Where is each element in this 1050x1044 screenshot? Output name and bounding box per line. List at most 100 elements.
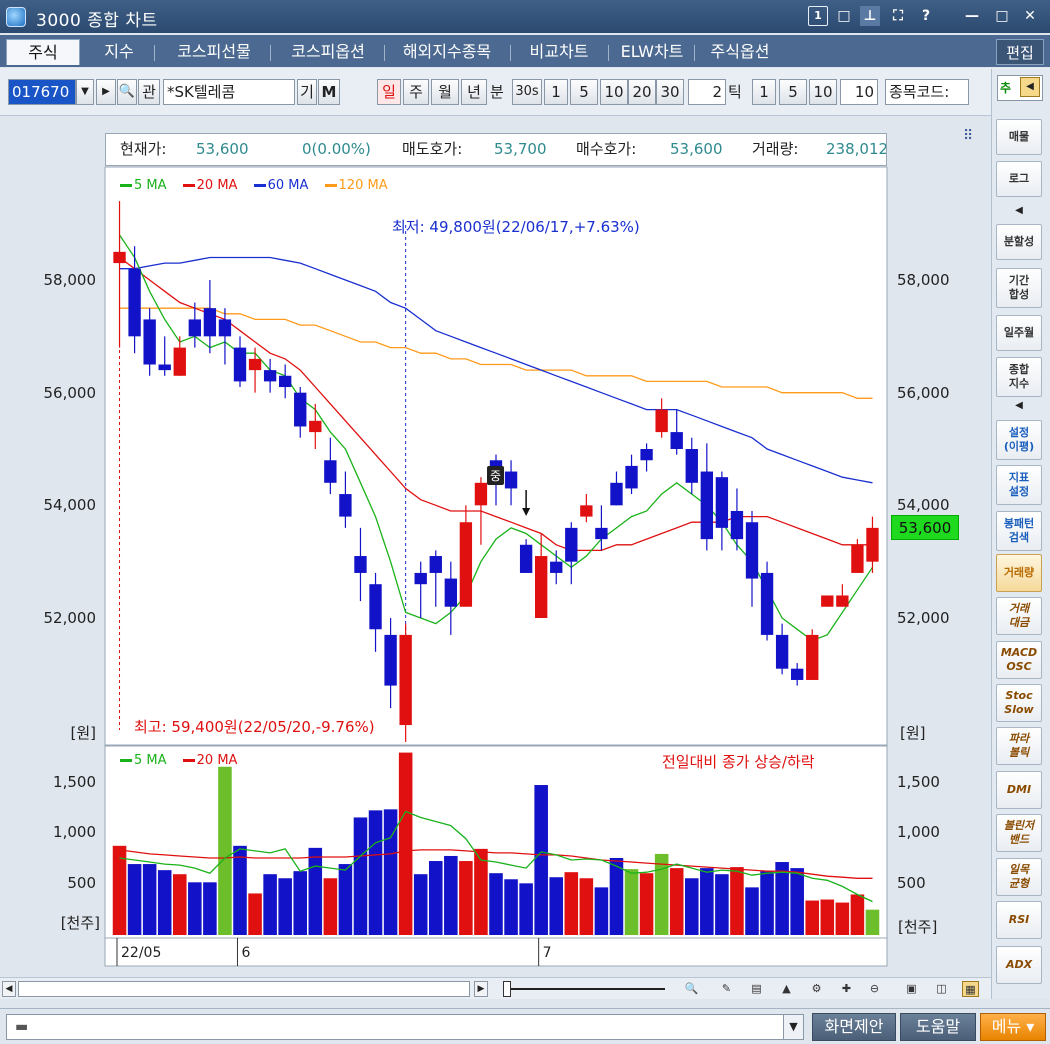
sidebar-button[interactable]: 설정 (이평) (996, 420, 1042, 460)
zoom-slider-track[interactable] (505, 988, 665, 990)
menu-button[interactable]: 메뉴 ▾ (980, 1013, 1046, 1041)
window-icon[interactable]: ▣ (903, 981, 920, 997)
legend-ma5: 5 MA (120, 178, 167, 193)
candle-body (158, 364, 171, 371)
high-price-annotation: 최고: 59,400원(22/05/20,-9.76%) (134, 718, 375, 736)
sidebar-button[interactable]: 거래 대금 (996, 597, 1042, 635)
legend-ma120: 120 MA (324, 178, 388, 193)
sidebar-button[interactable]: 일주월 (996, 315, 1042, 351)
print-icon[interactable]: ▤ (748, 981, 765, 997)
note-icon[interactable]: ✎ (718, 981, 735, 997)
candle-body (384, 634, 397, 686)
zoom-search-icon[interactable]: 🔍 (683, 981, 700, 997)
candle-body (866, 527, 879, 562)
price-tick-left: 54,000 (43, 496, 97, 514)
volume-bar (293, 871, 308, 935)
price-tick-left: 56,000 (43, 384, 97, 402)
sidebar-button[interactable]: 일목 균형 (996, 858, 1042, 896)
screen-suggest-button[interactable]: 화면제안 (812, 1013, 896, 1041)
volume-bar (549, 877, 564, 935)
volume-bar (730, 867, 744, 935)
candle-body (339, 494, 352, 517)
candle-body (399, 634, 412, 726)
volume-bar (504, 879, 518, 935)
chart-option-icon[interactable]: ▦ (962, 981, 979, 997)
chart-horizontal-scrollbar[interactable] (18, 981, 470, 997)
sidebar-button[interactable]: MACD OSC (996, 641, 1042, 679)
image-icon[interactable]: ▲ (778, 981, 795, 997)
candle-body (851, 544, 864, 573)
zoom-in-icon[interactable]: ✚ (838, 981, 855, 997)
volume-bar (278, 878, 292, 935)
current-price-label: 현재가: (120, 140, 167, 158)
volume-bar (519, 883, 533, 935)
settings-icon[interactable]: ⚙ (808, 981, 825, 997)
sidebar-button[interactable]: 지표 설정 (996, 465, 1042, 505)
candle-body (504, 471, 518, 489)
low-price-annotation: 최저: 49,800원(22/06/17,+7.63%) (392, 218, 640, 236)
sidebar-button[interactable]: RSI (996, 901, 1042, 939)
candle-body (128, 268, 141, 337)
candle-body (565, 527, 578, 562)
volume-bar (203, 882, 217, 935)
volume-bar (624, 869, 639, 935)
volume-color-note: 전일대비 종가 상승/하락 (662, 753, 815, 771)
bid-price-label: 매수호가: (576, 140, 637, 158)
volume-tick-left: 1,000 (53, 823, 96, 841)
sidebar-button[interactable]: 기간 합성 (996, 268, 1042, 308)
volume-bar (353, 817, 368, 935)
candle-body (248, 358, 262, 371)
candle-body (655, 409, 668, 433)
sidebar-prev-icon: ◀ (1020, 77, 1040, 97)
panel-grip-icon[interactable]: ⠿ (963, 128, 973, 144)
sidebar-button[interactable]: Stoc Slow (996, 684, 1042, 722)
volume-bar (157, 870, 172, 935)
sidebar-button[interactable]: 로그 (996, 161, 1042, 197)
sidebar-button[interactable]: 분할성 (996, 224, 1042, 260)
candle-body (279, 375, 292, 388)
help-button[interactable]: 도움말 (900, 1013, 976, 1041)
candle-body (745, 522, 759, 579)
volume-bar (474, 848, 488, 935)
volume-legend: 5 MA 20 MA (120, 753, 249, 768)
chat-icon: ▬ (15, 1019, 29, 1035)
candle-body (715, 477, 729, 528)
sidebar-button[interactable]: DMI (996, 771, 1042, 809)
sidebar-button[interactable]: 종합 지수 (996, 357, 1042, 397)
sidebar-collapse-icon[interactable]: ◀ (996, 400, 1042, 416)
sidebar-button[interactable]: 매물 (996, 119, 1042, 155)
sidebar-button[interactable]: 봉패턴 검색 (996, 511, 1042, 551)
sidebar-button[interactable]: 거래량 (996, 554, 1042, 592)
scroll-right-icon[interactable]: ▶ (474, 981, 488, 997)
candle-body (595, 527, 608, 540)
candle-body (173, 347, 186, 376)
zoom-out-icon[interactable]: ⊖ (866, 981, 883, 997)
price-tick-left: 52,000 (43, 609, 97, 627)
volume-label: 거래량: (752, 140, 799, 158)
tile-icon[interactable]: ◫ (933, 981, 950, 997)
candle-body (294, 392, 307, 427)
candle-body (459, 522, 473, 607)
signal-marker[interactable]: 중 (487, 466, 505, 485)
sidebar-button[interactable]: 볼린저 밴드 (996, 814, 1042, 852)
volume-bar (142, 864, 157, 935)
message-dropdown-icon[interactable]: ▼ (783, 1015, 803, 1039)
sidebar-collapse-icon[interactable]: ◀ (996, 205, 1042, 221)
volume-bar (459, 861, 473, 935)
volume-bar (564, 872, 579, 935)
message-field[interactable]: ▬ ▼ (6, 1014, 804, 1040)
price-change-value: 0(0.00%) (302, 140, 371, 158)
candle-body (625, 465, 638, 489)
scroll-left-icon[interactable]: ◀ (2, 981, 16, 997)
candle-body (640, 449, 653, 461)
ask-price-label: 매도호가: (402, 140, 463, 158)
candle-body (519, 544, 533, 573)
sidebar-scroll-control[interactable]: 추 ◀ (997, 75, 1043, 101)
volume-bar (248, 893, 262, 935)
sidebar-button[interactable]: 파라 볼릭 (996, 727, 1042, 765)
zoom-slider-thumb[interactable] (503, 981, 511, 997)
candle-body (309, 420, 322, 433)
volume-bar (639, 873, 654, 935)
sidebar-button[interactable]: ADX (996, 946, 1042, 984)
legend-vol-ma20: 20 MA (182, 753, 237, 768)
